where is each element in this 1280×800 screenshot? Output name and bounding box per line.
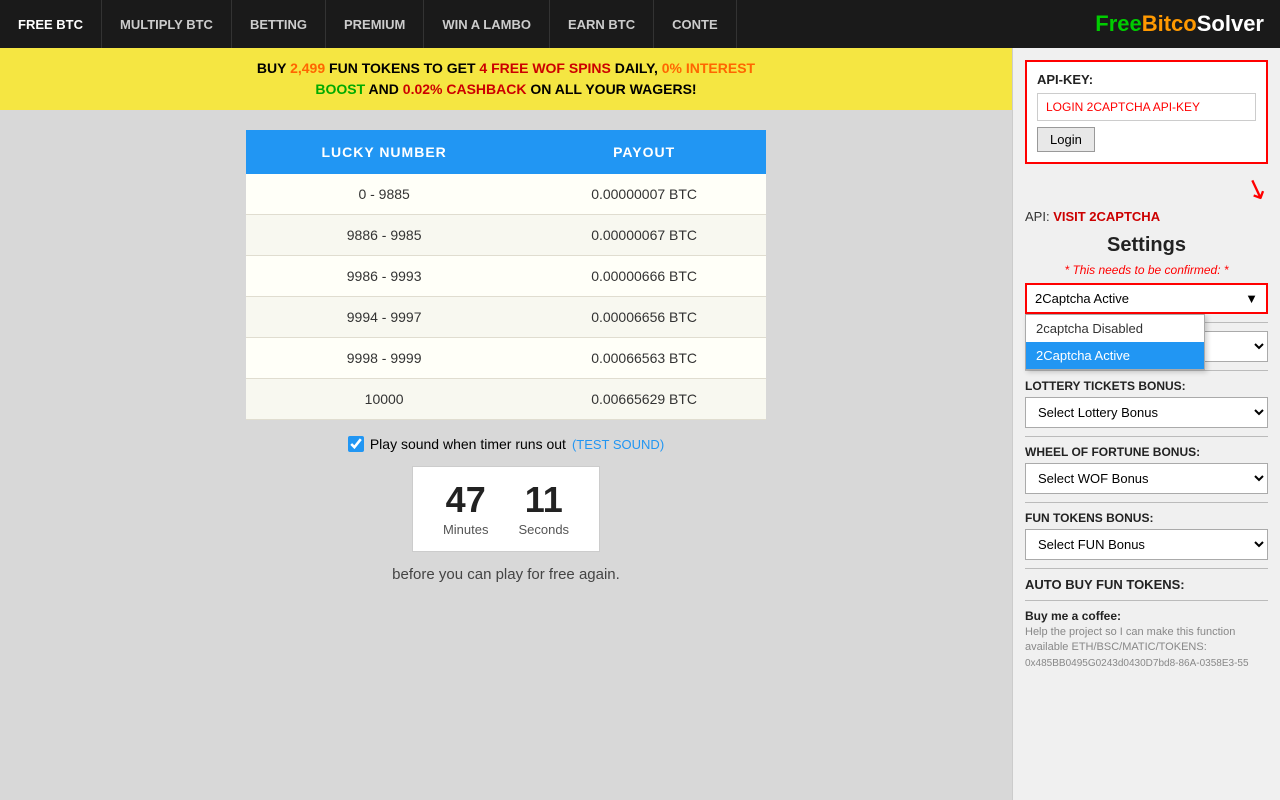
lucky-range: 9998 - 9999	[246, 338, 522, 379]
payout-value: 0.00006656 BTC	[522, 297, 766, 338]
lucky-number-header: LUCKY NUMBER	[246, 130, 522, 174]
token-amount: 2,499	[290, 60, 325, 76]
wof-bonus-dropdown[interactable]: Select WOF Bonus	[1025, 463, 1268, 494]
payout-value: 0.00665629 BTC	[522, 379, 766, 420]
payout-value: 0.00000067 BTC	[522, 215, 766, 256]
table-area: LUCKY NUMBER PAYOUT 0 - 98850.00000007 B…	[0, 110, 1012, 603]
brand-bitco: Bitco	[1142, 11, 1197, 37]
lucky-range: 0 - 9885	[246, 174, 522, 215]
banner-suffix: ON ALL YOUR WAGERS!	[530, 81, 696, 97]
lucky-range: 9986 - 9993	[246, 256, 522, 297]
right-sidebar: API-KEY: Login ↘ API: VISIT 2CAPTCHA Set…	[1012, 48, 1280, 800]
table-row: 0 - 98850.00000007 BTC	[246, 174, 766, 215]
captcha-select-display[interactable]: 2Captcha Active ▼	[1025, 283, 1268, 314]
visit-2captcha-link[interactable]: VISIT 2CAPTCHA	[1053, 209, 1160, 224]
coffee-desc: Help the project so I can make this func…	[1025, 625, 1268, 656]
table-row: 100000.00665629 BTC	[246, 379, 766, 420]
api-row: API: VISIT 2CAPTCHA	[1025, 209, 1268, 224]
before-text: before you can play for free again.	[392, 566, 620, 583]
minutes-unit: 47 Minutes	[443, 479, 489, 539]
brand-solver: Solver	[1197, 11, 1264, 37]
spins-text: 4 FREE WOF SPINS	[479, 60, 610, 76]
lottery-bonus-section: LOTTERY TICKETS BONUS: Select Lottery Bo…	[1025, 379, 1268, 428]
nav-free-btc[interactable]: FREE BTC	[0, 0, 102, 48]
login-button[interactable]: Login	[1037, 127, 1095, 152]
lucky-range: 9994 - 9997	[246, 297, 522, 338]
nav-premium[interactable]: PREMIUM	[326, 0, 424, 48]
top-navigation: FREE BTC MULTIPLY BTC BETTING PREMIUM WI…	[0, 0, 1280, 48]
captcha-option-disabled[interactable]: 2captcha Disabled	[1026, 315, 1204, 342]
table-row: 9994 - 99970.00006656 BTC	[246, 297, 766, 338]
api-prefix: API:	[1025, 209, 1053, 224]
auto-buy-label: AUTO BUY FUN TOKENS:	[1025, 577, 1268, 592]
divider-6	[1025, 600, 1268, 601]
promo-banner: BUY 2,499 FUN TOKENS TO GET 4 FREE WOF S…	[0, 48, 1012, 110]
seconds-label: Seconds	[518, 522, 569, 537]
lottery-label: LOTTERY TICKETS BONUS:	[1025, 379, 1268, 393]
wof-label: WHEEL OF FORTUNE BONUS:	[1025, 445, 1268, 459]
captcha-option-active[interactable]: 2Captcha Active	[1026, 342, 1204, 369]
divider-5	[1025, 568, 1268, 569]
captcha-dropdown-container: 2Captcha Active ▼ 2captcha Disabled 2Cap…	[1025, 283, 1268, 314]
sound-label: Play sound when timer runs out	[370, 436, 566, 452]
nav-conte[interactable]: CONTE	[654, 0, 737, 48]
lucky-range: 9886 - 9985	[246, 215, 522, 256]
eth-address: 0x485BB0495G0243d0430D7bd8-86A-0358E3-55	[1025, 658, 1268, 669]
payout-value: 0.00000666 BTC	[522, 256, 766, 297]
nav-earn-btc[interactable]: EARN BTC	[550, 0, 654, 48]
timer-box: 47 Minutes 11 Seconds	[412, 466, 600, 552]
table-row: 9998 - 99990.00066563 BTC	[246, 338, 766, 379]
lucky-range: 10000	[246, 379, 522, 420]
minutes-value: 47	[443, 479, 489, 521]
lucky-number-table: LUCKY NUMBER PAYOUT 0 - 98850.00000007 B…	[246, 130, 766, 420]
captcha-selected-label: 2Captcha Active	[1035, 291, 1129, 306]
coffee-label: Buy me a coffee:	[1025, 609, 1268, 623]
sound-checkbox[interactable]	[348, 436, 364, 452]
divider-4	[1025, 502, 1268, 503]
test-sound-link[interactable]: (TEST SOUND)	[572, 437, 664, 452]
minutes-label: Minutes	[443, 522, 489, 537]
fun-bonus-section: FUN TOKENS BONUS: Select FUN Bonus	[1025, 511, 1268, 560]
api-key-label: API-KEY:	[1037, 72, 1256, 87]
table-row: 9886 - 99850.00000067 BTC	[246, 215, 766, 256]
settings-title: Settings	[1025, 234, 1268, 257]
api-key-box: API-KEY: Login	[1025, 60, 1268, 164]
seconds-unit: 11 Seconds	[518, 479, 569, 539]
fun-bonus-dropdown[interactable]: Select FUN Bonus	[1025, 529, 1268, 560]
nav-multiply-btc[interactable]: MULTIPLY BTC	[102, 0, 232, 48]
table-row: 9986 - 99930.00000666 BTC	[246, 256, 766, 297]
captcha-chevron-icon: ▼	[1245, 291, 1258, 306]
wof-bonus-section: WHEEL OF FORTUNE BONUS: Select WOF Bonus	[1025, 445, 1268, 494]
payout-value: 0.00066563 BTC	[522, 338, 766, 379]
nav-win-lambo[interactable]: WIN A LAMBO	[424, 0, 550, 48]
cashback-text: 0.02% CASHBACK	[403, 81, 527, 97]
main-container: BUY 2,499 FUN TOKENS TO GET 4 FREE WOF S…	[0, 48, 1280, 800]
lottery-bonus-dropdown[interactable]: Select Lottery Bonus	[1025, 397, 1268, 428]
interest-text: 0% INTEREST	[662, 60, 755, 76]
confirm-text: * This needs to be confirmed: *	[1025, 263, 1268, 277]
sound-row: Play sound when timer runs out (TEST SOU…	[348, 436, 664, 452]
seconds-value: 11	[518, 479, 569, 521]
nav-betting[interactable]: BETTING	[232, 0, 326, 48]
divider-2	[1025, 370, 1268, 371]
divider-3	[1025, 436, 1268, 437]
api-key-input[interactable]	[1037, 93, 1256, 121]
payout-header: PAYOUT	[522, 130, 766, 174]
red-arrow-icon: ↘	[1240, 169, 1273, 208]
captcha-dropdown-open: 2captcha Disabled 2Captcha Active	[1025, 314, 1205, 370]
brand-free: Free	[1095, 11, 1141, 37]
left-content: BUY 2,499 FUN TOKENS TO GET 4 FREE WOF S…	[0, 48, 1012, 800]
payout-value: 0.00000007 BTC	[522, 174, 766, 215]
fun-label: FUN TOKENS BONUS:	[1025, 511, 1268, 525]
arrow-container: ↘	[1025, 172, 1268, 205]
boost-text: BOOST	[315, 81, 365, 97]
